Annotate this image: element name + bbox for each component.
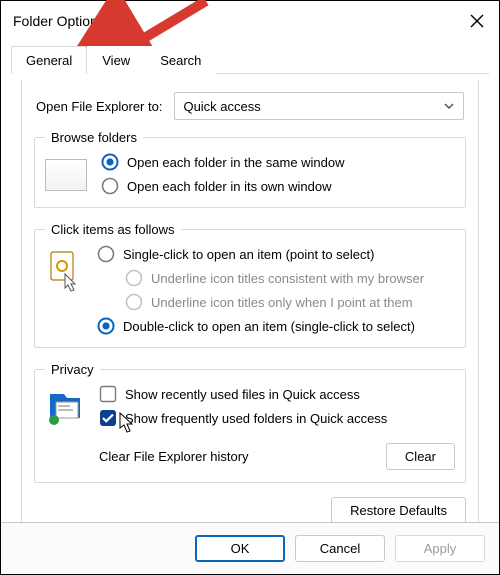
quick-access-icon	[45, 387, 85, 427]
radio-underline-browser	[125, 269, 143, 287]
radio-double-click[interactable]	[97, 317, 115, 335]
close-icon	[470, 14, 484, 28]
tab-general[interactable]: General	[11, 46, 87, 74]
cancel-button[interactable]: Cancel	[295, 535, 385, 562]
checkbox-frequent-folders-label: Show frequently used folders in Quick ac…	[125, 411, 387, 426]
close-button[interactable]	[465, 9, 489, 33]
open-explorer-select[interactable]: Quick access	[174, 92, 464, 120]
radio-underline-browser-label: Underline icon titles consistent with my…	[151, 271, 424, 286]
radio-single-click[interactable]	[97, 245, 115, 263]
click-items-legend: Click items as follows	[45, 222, 181, 237]
click-icon	[45, 249, 83, 293]
open-explorer-label: Open File Explorer to:	[36, 99, 162, 114]
tab-search[interactable]: Search	[145, 46, 216, 74]
radio-underline-point	[125, 293, 143, 311]
checkbox-frequent-folders[interactable]	[99, 409, 117, 427]
checkbox-recent-files-label: Show recently used files in Quick access	[125, 387, 360, 402]
radio-double-click-label: Double-click to open an item (single-cli…	[123, 319, 415, 334]
open-explorer-value: Quick access	[183, 99, 260, 114]
ok-button[interactable]: OK	[195, 535, 285, 562]
restore-defaults-button[interactable]: Restore Defaults	[331, 497, 466, 524]
radio-underline-point-label: Underline icon titles only when I point …	[151, 295, 413, 310]
tab-view[interactable]: View	[87, 46, 145, 74]
radio-same-window-label: Open each folder in the same window	[127, 155, 345, 170]
apply-button: Apply	[395, 535, 485, 562]
tabs-container: General View Search Open File Explorer t…	[1, 37, 499, 526]
browse-folders-legend: Browse folders	[45, 130, 143, 145]
privacy-group: Privacy Show re	[34, 362, 466, 483]
window-title: Folder Options	[13, 13, 105, 29]
open-explorer-row: Open File Explorer to: Quick access	[36, 92, 464, 120]
window-icon	[45, 159, 87, 191]
browse-folders-group: Browse folders Open each folder in the s…	[34, 130, 466, 208]
click-items-group: Click items as follows Single-click to o…	[34, 222, 466, 348]
clear-button[interactable]: Clear	[386, 443, 455, 470]
titlebar: Folder Options	[1, 1, 499, 37]
radio-own-window[interactable]	[101, 177, 119, 195]
checkbox-recent-files[interactable]	[99, 385, 117, 403]
clear-history-label: Clear File Explorer history	[99, 449, 249, 464]
dialog-footer: OK Cancel Apply	[1, 522, 499, 574]
tabstrip: General View Search	[11, 45, 489, 74]
radio-same-window[interactable]	[101, 153, 119, 171]
radio-own-window-label: Open each folder in its own window	[127, 179, 332, 194]
chevron-down-icon	[443, 100, 455, 112]
privacy-legend: Privacy	[45, 362, 100, 377]
general-panel: Open File Explorer to: Quick access Brow…	[21, 80, 479, 524]
radio-single-click-label: Single-click to open an item (point to s…	[123, 247, 374, 262]
